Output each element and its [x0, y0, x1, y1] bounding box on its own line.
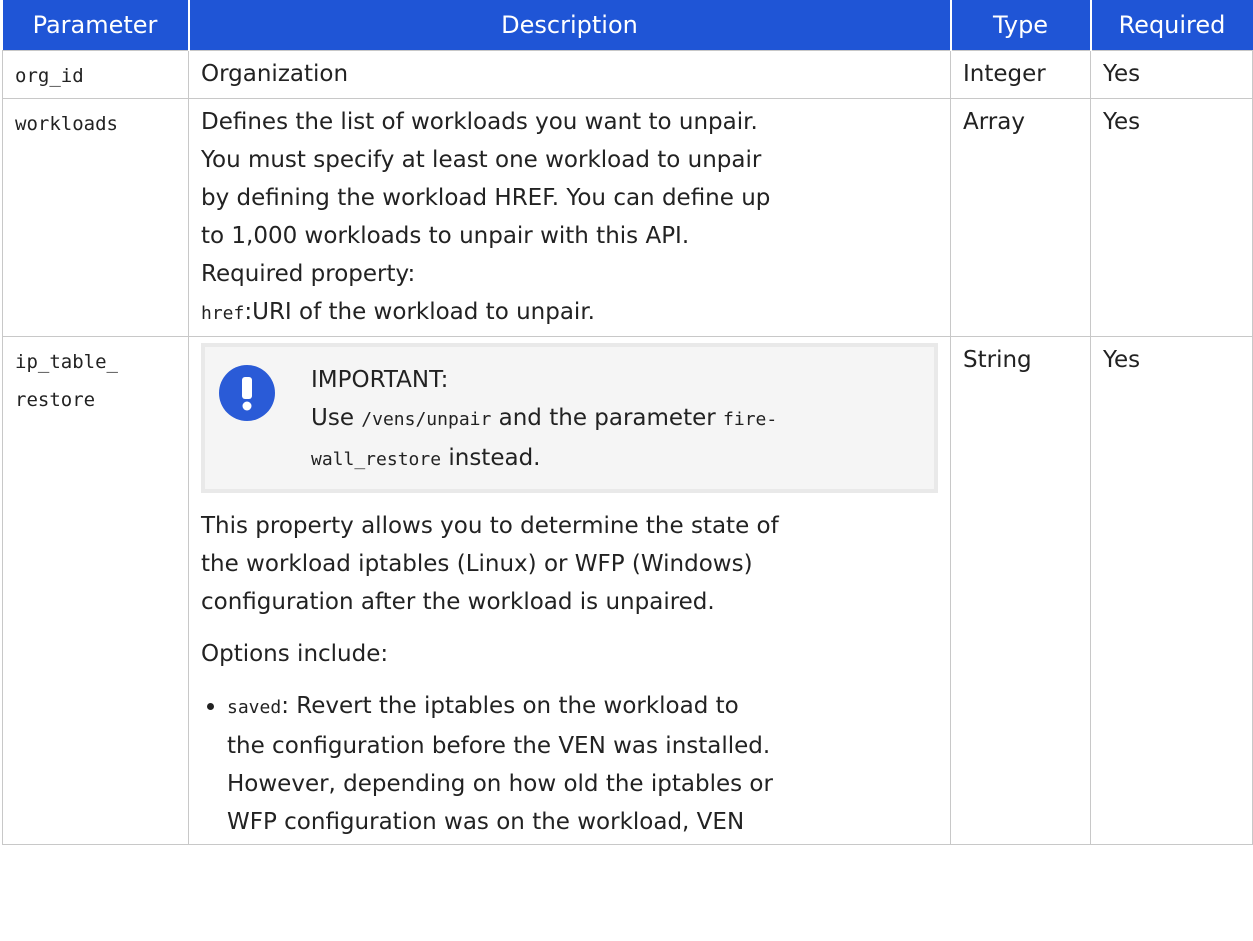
param-name-line: restore: [15, 389, 96, 411]
option-line: WFP configuration was on the workload, V…: [227, 809, 745, 835]
important-line: Use /vens/unpair and the parameter fire-: [311, 399, 777, 439]
param-name: workloads: [2, 98, 189, 337]
param-type: String: [950, 336, 1091, 845]
header-description: Description: [188, 0, 952, 51]
important-line: wall_restore instead.: [311, 439, 777, 479]
option-line: the configuration before the VEN was ins…: [227, 733, 771, 759]
param-description: Defines the list of workloads you want t…: [188, 98, 951, 337]
href-code: href: [201, 303, 245, 324]
param-description: Organization: [188, 50, 951, 99]
firewall-restore-code-part1: fire-: [723, 409, 778, 430]
option-line: However, depending on how old the iptabl…: [227, 771, 773, 797]
header-required: Required: [1090, 0, 1253, 51]
option-line: saved: Revert the iptables on the worklo…: [227, 693, 739, 719]
table-row: ip_table_ restore IMPORTANT: Use /vens/u…: [2, 336, 1253, 845]
header-parameter: Parameter: [2, 0, 190, 51]
list-item: saved: Revert the iptables on the worklo…: [207, 687, 938, 841]
important-text: and the parameter: [491, 405, 724, 431]
param-description: IMPORTANT: Use /vens/unpair and the para…: [188, 336, 951, 845]
option-saved-code: saved: [227, 697, 282, 718]
param-required: Yes: [1090, 98, 1253, 337]
description-line: configuration after the workload is unpa…: [201, 589, 715, 615]
href-property-line: href:URI of the workload to unpair.: [201, 293, 938, 333]
parameters-table: Parameter Description Type Required org_…: [2, 0, 1253, 845]
param-required: Yes: [1090, 50, 1253, 99]
description-line: the workload iptables (Linux) or WFP (Wi…: [201, 551, 753, 577]
table-header-row: Parameter Description Type Required: [2, 0, 1253, 51]
description-line: to 1,000 workloads to unpair with this A…: [201, 223, 690, 249]
param-name: ip_table_ restore: [2, 336, 189, 845]
table-row: org_id Organization Integer Yes: [2, 50, 1253, 99]
description-line: Required property:: [201, 261, 416, 287]
option-text: : Revert the iptables on the workload to: [281, 693, 739, 719]
param-name: org_id: [2, 50, 189, 99]
important-note-text: IMPORTANT: Use /vens/unpair and the para…: [311, 361, 777, 479]
description-paragraph: This property allows you to determine th…: [201, 507, 938, 621]
table-row: workloads Defines the list of workloads …: [2, 98, 1253, 337]
important-text: Use: [311, 405, 362, 431]
param-type: Integer: [950, 50, 1091, 99]
param-required: Yes: [1090, 336, 1253, 845]
options-intro: Options include:: [201, 641, 389, 667]
important-note: IMPORTANT: Use /vens/unpair and the para…: [201, 343, 938, 493]
param-name-line: ip_table_: [15, 351, 118, 373]
description-line: This property allows you to determine th…: [201, 513, 779, 539]
param-type: Array: [950, 98, 1091, 337]
description-line: Defines the list of workloads you want t…: [201, 109, 758, 135]
exclamation-icon: [219, 365, 275, 421]
description-line: by defining the workload HREF. You can d…: [201, 185, 771, 211]
unpair-endpoint-code: /vens/unpair: [361, 409, 492, 430]
description-line: You must specify at least one workload t…: [201, 147, 762, 173]
header-type: Type: [950, 0, 1092, 51]
options-list: saved: Revert the iptables on the worklo…: [201, 687, 938, 841]
firewall-restore-code-part2: wall_restore: [311, 449, 442, 470]
important-text: instead.: [441, 445, 541, 471]
important-title: IMPORTANT:: [311, 367, 449, 393]
href-text: :URI of the workload to unpair.: [244, 299, 595, 325]
